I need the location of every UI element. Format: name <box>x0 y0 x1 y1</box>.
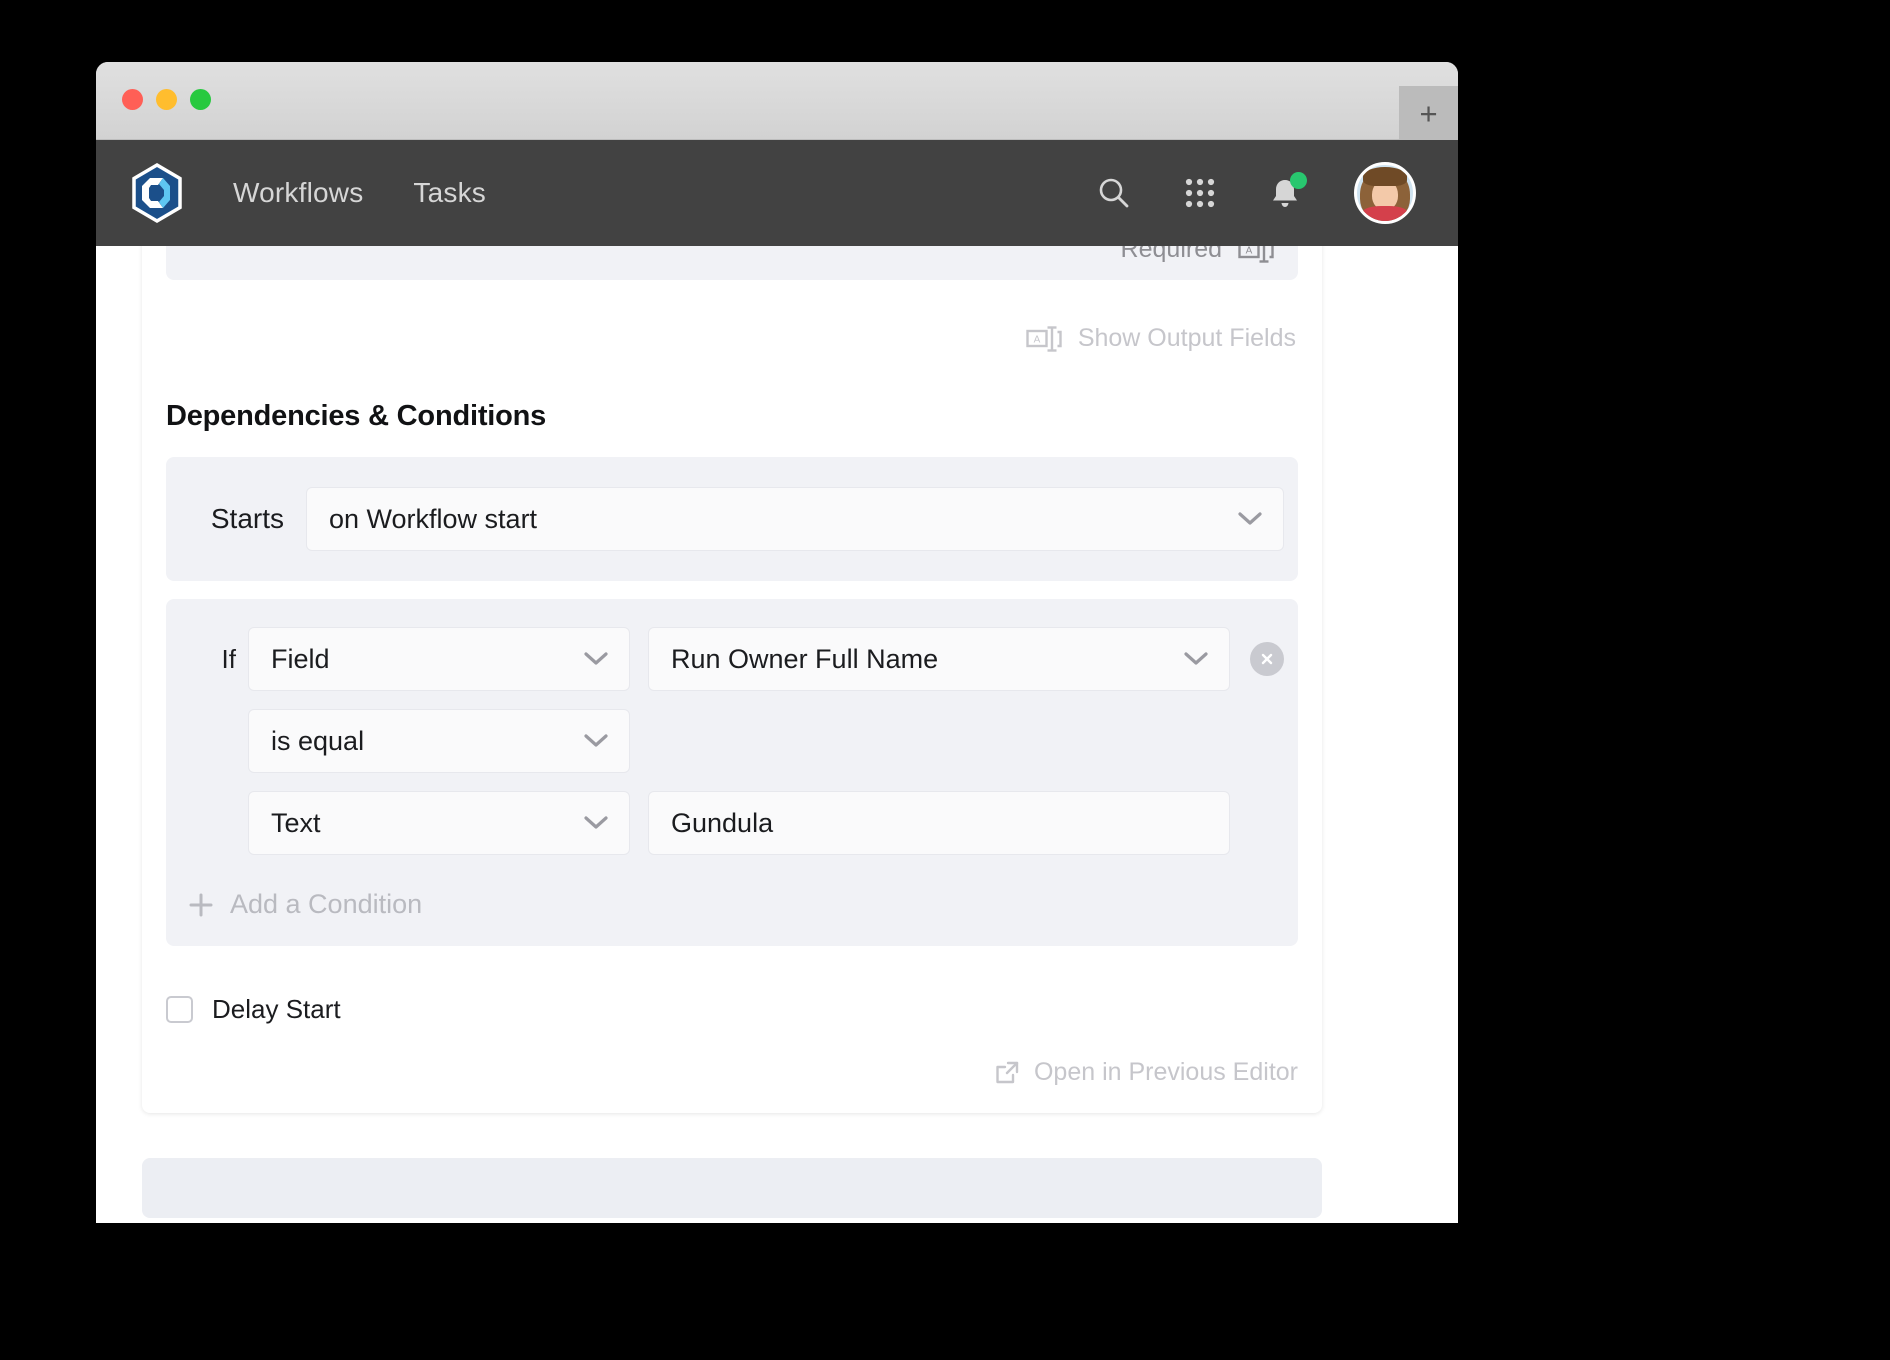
show-output-fields-label: Show Output Fields <box>1077 324 1296 352</box>
browser-window: + Workflows Tasks Required A A Show Outp… <box>96 62 1458 1223</box>
condition-field-value: Run Owner Full Name <box>671 643 939 674</box>
required-label: Required <box>1120 246 1222 263</box>
nav-right-actions <box>1096 162 1458 224</box>
starts-select-value: on Workflow start <box>329 503 538 534</box>
screen: + Workflows Tasks Required A A Show Outp… <box>0 0 1890 1360</box>
chevron-down-icon <box>1237 511 1263 527</box>
external-link-icon <box>994 1060 1020 1086</box>
required-toggle[interactable]: Required A <box>1121 246 1274 264</box>
starts-label: Starts <box>210 503 284 534</box>
condition-row-operator: is equal <box>166 709 1284 773</box>
input-field-icon: A <box>1026 325 1062 353</box>
starts-panel: Starts on Workflow start <box>166 457 1298 581</box>
app-top-navigation: Workflows Tasks <box>96 140 1458 246</box>
window-titlebar: + <box>96 62 1458 140</box>
delay-start-checkbox[interactable] <box>166 996 193 1023</box>
if-label: If <box>221 643 236 674</box>
input-field-icon: A <box>1238 246 1274 264</box>
condition-field-select[interactable]: Run Owner Full Name <box>648 627 1230 691</box>
nav-link-tasks[interactable]: Tasks <box>413 177 486 209</box>
page-content: Required A A Show Output Fields Dependen… <box>96 246 1458 1223</box>
app-logo-icon[interactable] <box>126 162 188 224</box>
primary-nav-links: Workflows Tasks <box>233 177 486 209</box>
delay-start-label: Delay Start <box>212 994 341 1024</box>
condition-subject-type-value: Field <box>271 643 330 674</box>
task-settings-card: Required A A Show Output Fields Dependen… <box>142 246 1322 1113</box>
conditions-panel: If Field Run Owner Full Name is equal Te… <box>166 599 1298 946</box>
next-section-card <box>142 1158 1322 1218</box>
condition-value-input[interactable]: Gundula <box>648 791 1230 855</box>
condition-operator-value: is equal <box>271 725 365 756</box>
chevron-down-icon <box>583 651 609 667</box>
nav-link-workflows[interactable]: Workflows <box>233 177 363 209</box>
section-title-dependencies: Dependencies & Conditions <box>166 400 547 432</box>
condition-subject-type-select[interactable]: Field <box>248 627 630 691</box>
add-condition-button[interactable]: Add a Condition <box>166 873 1284 920</box>
apps-grid-icon[interactable] <box>1184 177 1216 209</box>
minimize-window-button[interactable] <box>156 89 177 110</box>
window-controls <box>122 89 211 110</box>
show-output-fields-button[interactable]: A Show Output Fields <box>142 280 1322 353</box>
add-condition-label: Add a Condition <box>230 889 423 919</box>
condition-value-type-select[interactable]: Text <box>248 791 630 855</box>
condition-value-type-value: Text <box>271 807 321 838</box>
chevron-down-icon <box>1183 651 1209 667</box>
search-icon[interactable] <box>1096 175 1132 211</box>
condition-row-value: Text Gundula <box>166 791 1284 855</box>
notification-badge <box>1290 172 1307 189</box>
svg-text:A: A <box>1246 246 1253 256</box>
user-avatar[interactable] <box>1354 162 1416 224</box>
condition-operator-select[interactable]: is equal <box>248 709 630 773</box>
starts-select[interactable]: on Workflow start <box>306 487 1284 551</box>
notifications-bell-icon[interactable] <box>1268 172 1307 210</box>
condition-row-subject: If Field Run Owner Full Name <box>166 627 1284 691</box>
open-previous-editor-label: Open in Previous Editor <box>1033 1058 1298 1086</box>
plus-icon <box>188 892 214 918</box>
new-tab-button[interactable]: + <box>1399 86 1458 140</box>
required-field-card: Required A <box>166 246 1298 280</box>
delay-start-row[interactable]: Delay Start <box>142 946 1322 1025</box>
open-previous-editor-link[interactable]: Open in Previous Editor <box>142 1025 1322 1087</box>
svg-text:A: A <box>1033 334 1040 345</box>
remove-condition-button[interactable] <box>1250 642 1284 676</box>
close-window-button[interactable] <box>122 89 143 110</box>
maximize-window-button[interactable] <box>190 89 211 110</box>
chevron-down-icon <box>583 733 609 749</box>
chevron-down-icon <box>583 815 609 831</box>
